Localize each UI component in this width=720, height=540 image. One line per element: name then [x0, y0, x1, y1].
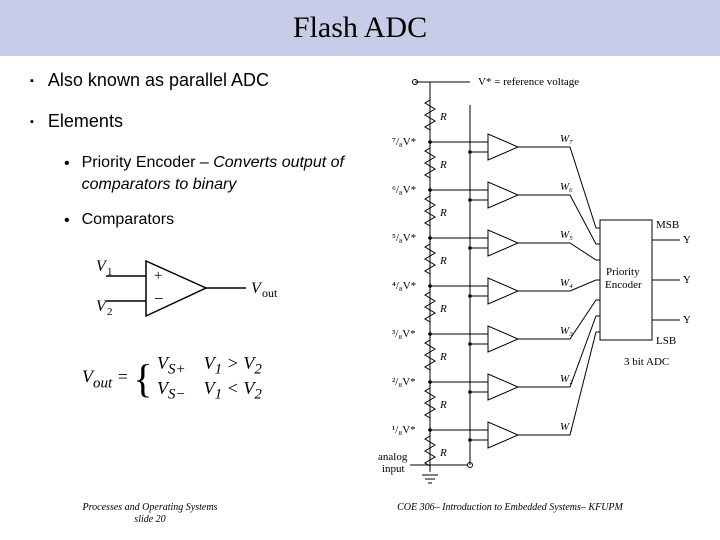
y0: Y₀ — [683, 314, 690, 326]
svg-text:W₆: W₆ — [560, 181, 573, 193]
f-vsm-s: S− — [168, 387, 186, 403]
flash-adc-circuit: V* = reference voltage Priority Encoder … — [370, 70, 690, 490]
title-bar: Flash ADC — [0, 0, 720, 56]
svg-text:2: 2 — [107, 306, 113, 318]
f-c1bs: 2 — [254, 361, 262, 377]
msb-label: MSB — [656, 219, 679, 231]
footer-right: COE 306– Introduction to Embedded System… — [300, 502, 720, 526]
text-column: ▪ Also known as parallel ADC ▪ Elements … — [30, 70, 370, 495]
f-cases: VS+ V1 > V2 VS− V1 < V2 — [157, 353, 262, 404]
f-c1b: V — [243, 353, 254, 373]
vref-label: V* = reference voltage — [478, 76, 579, 88]
analog-l2: input — [382, 463, 405, 475]
sub-bullet-comparators: • Comparators — [64, 209, 370, 232]
svg-text:R: R — [439, 351, 447, 363]
f-vout: V — [82, 367, 93, 387]
footer-left: Processes and Operating Systems slide 20 — [0, 502, 300, 526]
svg-text:W₂: W₂ — [560, 373, 573, 385]
svg-text:R: R — [439, 207, 447, 219]
encoder-label: Priority Encoder – — [82, 154, 214, 171]
f-lt: < — [222, 378, 243, 398]
sub-bullet-text: Comparators — [82, 209, 174, 231]
comparator-diagram: + − V1 V2 Vout — [96, 246, 370, 341]
bullet-parallel-adc: ▪ Also known as parallel ADC — [30, 70, 370, 91]
svg-text:⁴/₈V*: ⁴/₈V* — [392, 280, 416, 292]
svg-text:W₇: W₇ — [560, 133, 573, 145]
bullet-elements: ▪ Elements — [30, 111, 370, 132]
sub-bullet-text: Priority Encoder – Converts output of co… — [82, 152, 370, 195]
svg-text:⁵/₈V*: ⁵/₈V* — [392, 232, 416, 244]
f-vout-sub: out — [93, 375, 112, 391]
sub-bullet-list: • Priority Encoder – Converts output of … — [64, 152, 370, 232]
y1: Y₁ — [683, 274, 690, 286]
slide-footer: Processes and Operating Systems slide 20… — [0, 502, 720, 526]
footer-slide-num: slide 20 — [0, 514, 300, 526]
svg-text:W₃: W₃ — [560, 325, 573, 337]
y2: Y₂ — [683, 234, 690, 246]
f-vsp: V — [157, 353, 168, 373]
svg-text:R: R — [439, 159, 447, 171]
svg-text:¹/₈V*: ¹/₈V* — [392, 424, 416, 436]
f-c1a: V — [204, 353, 215, 373]
adc-label: 3 bit ADC — [624, 356, 669, 368]
f-vsm: V — [157, 378, 168, 398]
svg-text:⁷/₈V*: ⁷/₈V* — [392, 136, 416, 148]
bullet-text: Elements — [48, 111, 123, 132]
f-c2a: V — [204, 378, 215, 398]
svg-text:R: R — [439, 399, 447, 411]
lsb-label: LSB — [656, 335, 676, 347]
dot-bullet-icon: • — [64, 153, 70, 175]
stages: R ⁷/₈V* W₇ R ⁶/₈V* W₆ R ⁵/₈V* W₅ R ⁴/₈V* W₄ R ³/₈V* W₃… — [392, 94, 600, 472]
bullet-text: Also known as parallel ADC — [48, 70, 269, 91]
minus-label: − — [154, 289, 164, 308]
plus-label: + — [154, 268, 162, 284]
encoder-l1: Priority — [606, 266, 640, 278]
svg-text:R: R — [439, 447, 447, 459]
svg-text:out: out — [262, 286, 278, 300]
brace-icon: { — [133, 356, 152, 401]
svg-text:1: 1 — [107, 266, 113, 278]
svg-text:²/₈V*: ²/₈V* — [392, 376, 416, 388]
svg-text:R: R — [439, 255, 447, 267]
square-bullet-icon: ▪ — [30, 75, 34, 87]
f-c2b: V — [243, 378, 254, 398]
circuit-column: V* = reference voltage Priority Encoder … — [370, 70, 690, 495]
footer-course: Processes and Operating Systems — [0, 502, 300, 514]
svg-text:W₁: W₁ — [560, 421, 573, 433]
svg-text:W₅: W₅ — [560, 229, 573, 241]
svg-text:R: R — [439, 111, 447, 123]
slide-title: Flash ADC — [293, 11, 427, 45]
svg-text:W₄: W₄ — [560, 277, 573, 289]
svg-text:³/₈V*: ³/₈V* — [392, 328, 416, 340]
comparator-svg: + − V1 V2 Vout — [96, 246, 296, 336]
f-c2bs: 2 — [254, 387, 262, 403]
f-eq: = — [117, 367, 134, 387]
analog-l1: analog — [378, 451, 408, 463]
sub-bullet-encoder: • Priority Encoder – Converts output of … — [64, 152, 370, 195]
svg-text:⁶/₈V*: ⁶/₈V* — [392, 184, 416, 196]
encoder-l2: Encoder — [605, 279, 642, 291]
svg-text:R: R — [439, 303, 447, 315]
content-area: ▪ Also known as parallel ADC ▪ Elements … — [0, 56, 720, 495]
square-bullet-icon: ▪ — [30, 116, 34, 128]
f-vsp-s: S+ — [168, 361, 186, 377]
f-gt: > — [222, 353, 243, 373]
vout-formula: Vout = { VS+ V1 > V2 VS− V1 < V2 — [82, 353, 370, 404]
dot-bullet-icon: • — [64, 210, 70, 232]
